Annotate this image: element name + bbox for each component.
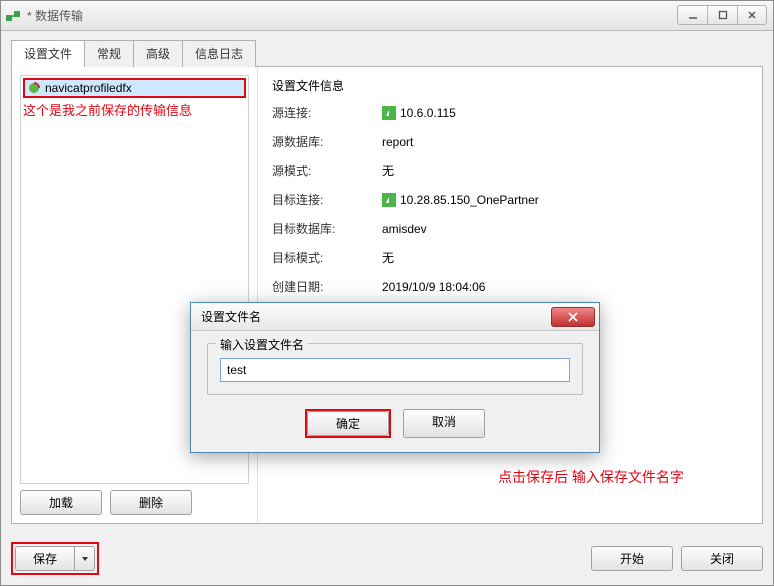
dialog-title: 设置文件名 bbox=[201, 308, 261, 325]
annotation-after-save: 点击保存后 输入保存文件名字 bbox=[498, 467, 684, 487]
tab-general[interactable]: 常规 bbox=[84, 40, 134, 67]
label-target-schema: 目标模式: bbox=[272, 249, 382, 266]
value-source-conn: 10.6.0.115 bbox=[400, 106, 456, 120]
maximize-button[interactable] bbox=[707, 5, 737, 25]
label-created: 创建日期: bbox=[272, 278, 382, 295]
close-button[interactable]: 关闭 bbox=[681, 546, 763, 571]
minimize-button[interactable] bbox=[677, 5, 707, 25]
value-target-schema: 无 bbox=[382, 249, 394, 266]
close-window-button[interactable] bbox=[737, 5, 767, 25]
dialog-action-row: 确定 取消 bbox=[207, 409, 583, 438]
row-target-schema: 目标模式: 无 bbox=[272, 249, 748, 266]
main-window: * 数据传输 设置文件 常规 高级 信息日志 bbox=[0, 0, 774, 586]
body-area: 设置文件 常规 高级 信息日志 navicatprofiledfx 这个是我之前… bbox=[1, 31, 773, 534]
filename-dialog: 设置文件名 输入设置文件名 确定 取消 bbox=[190, 302, 600, 453]
profile-name: navicatprofiledfx bbox=[45, 81, 132, 95]
filename-group: 输入设置文件名 bbox=[207, 343, 583, 395]
dialog-titlebar[interactable]: 设置文件名 bbox=[191, 303, 599, 331]
db-icon bbox=[382, 193, 396, 207]
tab-bar: 设置文件 常规 高级 信息日志 bbox=[11, 39, 763, 67]
chevron-down-icon bbox=[81, 555, 89, 563]
profile-icon bbox=[27, 81, 41, 95]
save-dropdown-arrow[interactable] bbox=[75, 546, 95, 571]
tab-advanced[interactable]: 高级 bbox=[133, 40, 183, 67]
label-source-conn: 源连接: bbox=[272, 104, 382, 121]
info-header: 设置文件信息 bbox=[272, 77, 748, 94]
load-button[interactable]: 加载 bbox=[20, 490, 102, 515]
tab-settings-file[interactable]: 设置文件 bbox=[11, 40, 85, 67]
titlebar[interactable]: * 数据传输 bbox=[1, 1, 773, 31]
value-created: 2019/10/9 18:04:06 bbox=[382, 280, 485, 294]
app-icon bbox=[5, 8, 21, 24]
start-button[interactable]: 开始 bbox=[591, 546, 673, 571]
tab-message-log[interactable]: 信息日志 bbox=[182, 40, 256, 67]
db-icon bbox=[382, 106, 396, 120]
row-created: 创建日期: 2019/10/9 18:04:06 bbox=[272, 278, 748, 295]
left-button-row: 加载 删除 bbox=[20, 490, 249, 515]
left-pane: navicatprofiledfx 这个是我之前保存的传输信息 加载 删除 bbox=[12, 67, 257, 523]
window-controls bbox=[677, 5, 767, 25]
ok-button-highlight: 确定 bbox=[305, 409, 391, 438]
annotation-previous-info: 这个是我之前保存的传输信息 bbox=[23, 98, 192, 121]
row-target-db: 目标数据库: amisdev bbox=[272, 220, 748, 237]
row-target-conn: 目标连接: 10.28.85.150_OnePartner bbox=[272, 191, 748, 208]
value-source-db: report bbox=[382, 135, 413, 149]
filename-group-label: 输入设置文件名 bbox=[216, 336, 308, 353]
label-source-db: 源数据库: bbox=[272, 133, 382, 150]
dialog-close-button[interactable] bbox=[551, 307, 595, 327]
row-source-db: 源数据库: report bbox=[272, 133, 748, 150]
value-target-db: amisdev bbox=[382, 222, 427, 236]
row-source-conn: 源连接: 10.6.0.115 bbox=[272, 104, 748, 121]
tab-content: navicatprofiledfx 这个是我之前保存的传输信息 加载 删除 设置… bbox=[11, 67, 763, 524]
label-target-db: 目标数据库: bbox=[272, 220, 382, 237]
ok-button[interactable]: 确定 bbox=[307, 411, 389, 436]
row-source-schema: 源模式: 无 bbox=[272, 162, 748, 179]
delete-button[interactable]: 删除 bbox=[110, 490, 192, 515]
bottom-right-buttons: 开始 关闭 bbox=[591, 546, 763, 571]
label-source-schema: 源模式: bbox=[272, 162, 382, 179]
dialog-body: 输入设置文件名 确定 取消 bbox=[191, 331, 599, 452]
save-button[interactable]: 保存 bbox=[15, 546, 75, 571]
close-icon bbox=[567, 312, 579, 322]
value-source-schema: 无 bbox=[382, 162, 394, 179]
right-pane: 设置文件信息 源连接: 10.6.0.115 源数据库: report 源模式:… bbox=[257, 67, 762, 523]
profile-list-item[interactable]: navicatprofiledfx bbox=[23, 78, 246, 98]
filename-input[interactable] bbox=[220, 358, 570, 382]
save-split-button: 保存 bbox=[11, 542, 99, 575]
cancel-button[interactable]: 取消 bbox=[403, 409, 485, 438]
label-target-conn: 目标连接: bbox=[272, 191, 382, 208]
value-target-conn: 10.28.85.150_OnePartner bbox=[400, 193, 539, 207]
bottom-bar: 保存 开始 关闭 bbox=[1, 534, 773, 585]
window-title: * 数据传输 bbox=[27, 7, 83, 24]
